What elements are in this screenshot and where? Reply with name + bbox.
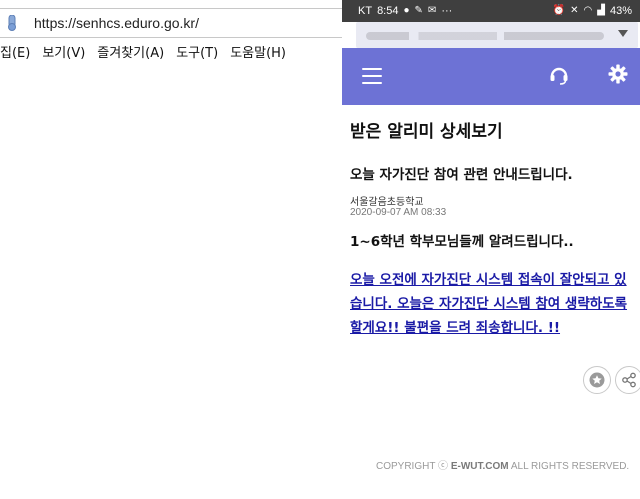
menu-favorites[interactable]: 즐겨찾기(A): [91, 43, 170, 65]
menu-help[interactable]: 도움말(H): [224, 43, 292, 65]
clock: 8:54: [377, 5, 399, 17]
copyright-footer: COPYRIGHT ⓒ E-WUT.COM ALL RIGHTS RESERVE…: [376, 457, 629, 472]
copyright-prefix: COPYRIGHT ⓒ: [376, 461, 451, 472]
url-text[interactable]: https://senhcs.eduro.go.kr/: [34, 15, 199, 31]
desktop-browser: https://senhcs.eduro.go.kr/ 집(E) 보기(V) 즐…: [0, 0, 342, 499]
notification-icon: ●: [403, 5, 410, 16]
mobile-url-bar[interactable]: [356, 22, 638, 48]
star-icon: [589, 372, 605, 388]
menu-tools[interactable]: 도구(T): [170, 43, 224, 65]
blurred-url: [366, 32, 604, 40]
status-bar: KT 8:54 ● ✎ ✉ ··· ⏰ ✕ ◠ ▟ 43%: [342, 0, 640, 22]
address-bar[interactable]: https://senhcs.eduro.go.kr/: [0, 8, 342, 38]
alarm-icon: ⏰: [552, 5, 566, 16]
message-date: 2020-09-07 AM 08:33: [350, 207, 447, 218]
sender-name: 서울갈음초등학교: [350, 197, 424, 208]
headset-icon[interactable]: [548, 64, 570, 86]
share-icon: [622, 372, 636, 388]
signal-icon: ▟: [597, 5, 605, 16]
mute-icon: ✕: [570, 5, 579, 16]
message-title: 오늘 자가진단 참여 관련 안내드립니다.: [350, 167, 573, 183]
message-greeting: 1~6학년 학부모님들께 알려드립니다..: [350, 234, 574, 250]
copyright-brand: E-WUT.COM: [450, 461, 509, 472]
favorite-button[interactable]: [583, 366, 611, 394]
gear-icon[interactable]: [608, 64, 628, 84]
message-icon: ✉: [427, 5, 437, 16]
message-body-link[interactable]: 오늘 오전에 자가진단 시스템 접속이 잘안되고 있습니다. 오늘은 자가진단 …: [350, 268, 634, 340]
menu-edit[interactable]: 집(E): [0, 43, 36, 65]
app-header: [342, 48, 640, 105]
hamburger-icon[interactable]: [362, 68, 382, 84]
page-icon: [8, 15, 16, 31]
battery-level: 43%: [609, 5, 632, 17]
settings-notify-icon: ✎: [414, 5, 423, 16]
mobile-screen: KT 8:54 ● ✎ ✉ ··· ⏰ ✕ ◠ ▟ 43% 받은 알리미 상세보…: [342, 0, 640, 499]
menu-view[interactable]: 보기(V): [36, 43, 91, 65]
wifi-icon: ◠: [583, 5, 593, 16]
more-notifications: ···: [441, 5, 453, 17]
share-button[interactable]: [615, 366, 640, 394]
menu-bar: 집(E) 보기(V) 즐겨찾기(A) 도구(T) 도움말(H): [0, 43, 292, 65]
chevron-down-icon[interactable]: [618, 30, 628, 37]
carrier-label: KT: [358, 5, 373, 17]
copyright-suffix: ALL RIGHTS RESERVED.: [508, 461, 630, 472]
page-title: 받은 알리미 상세보기: [350, 122, 503, 142]
